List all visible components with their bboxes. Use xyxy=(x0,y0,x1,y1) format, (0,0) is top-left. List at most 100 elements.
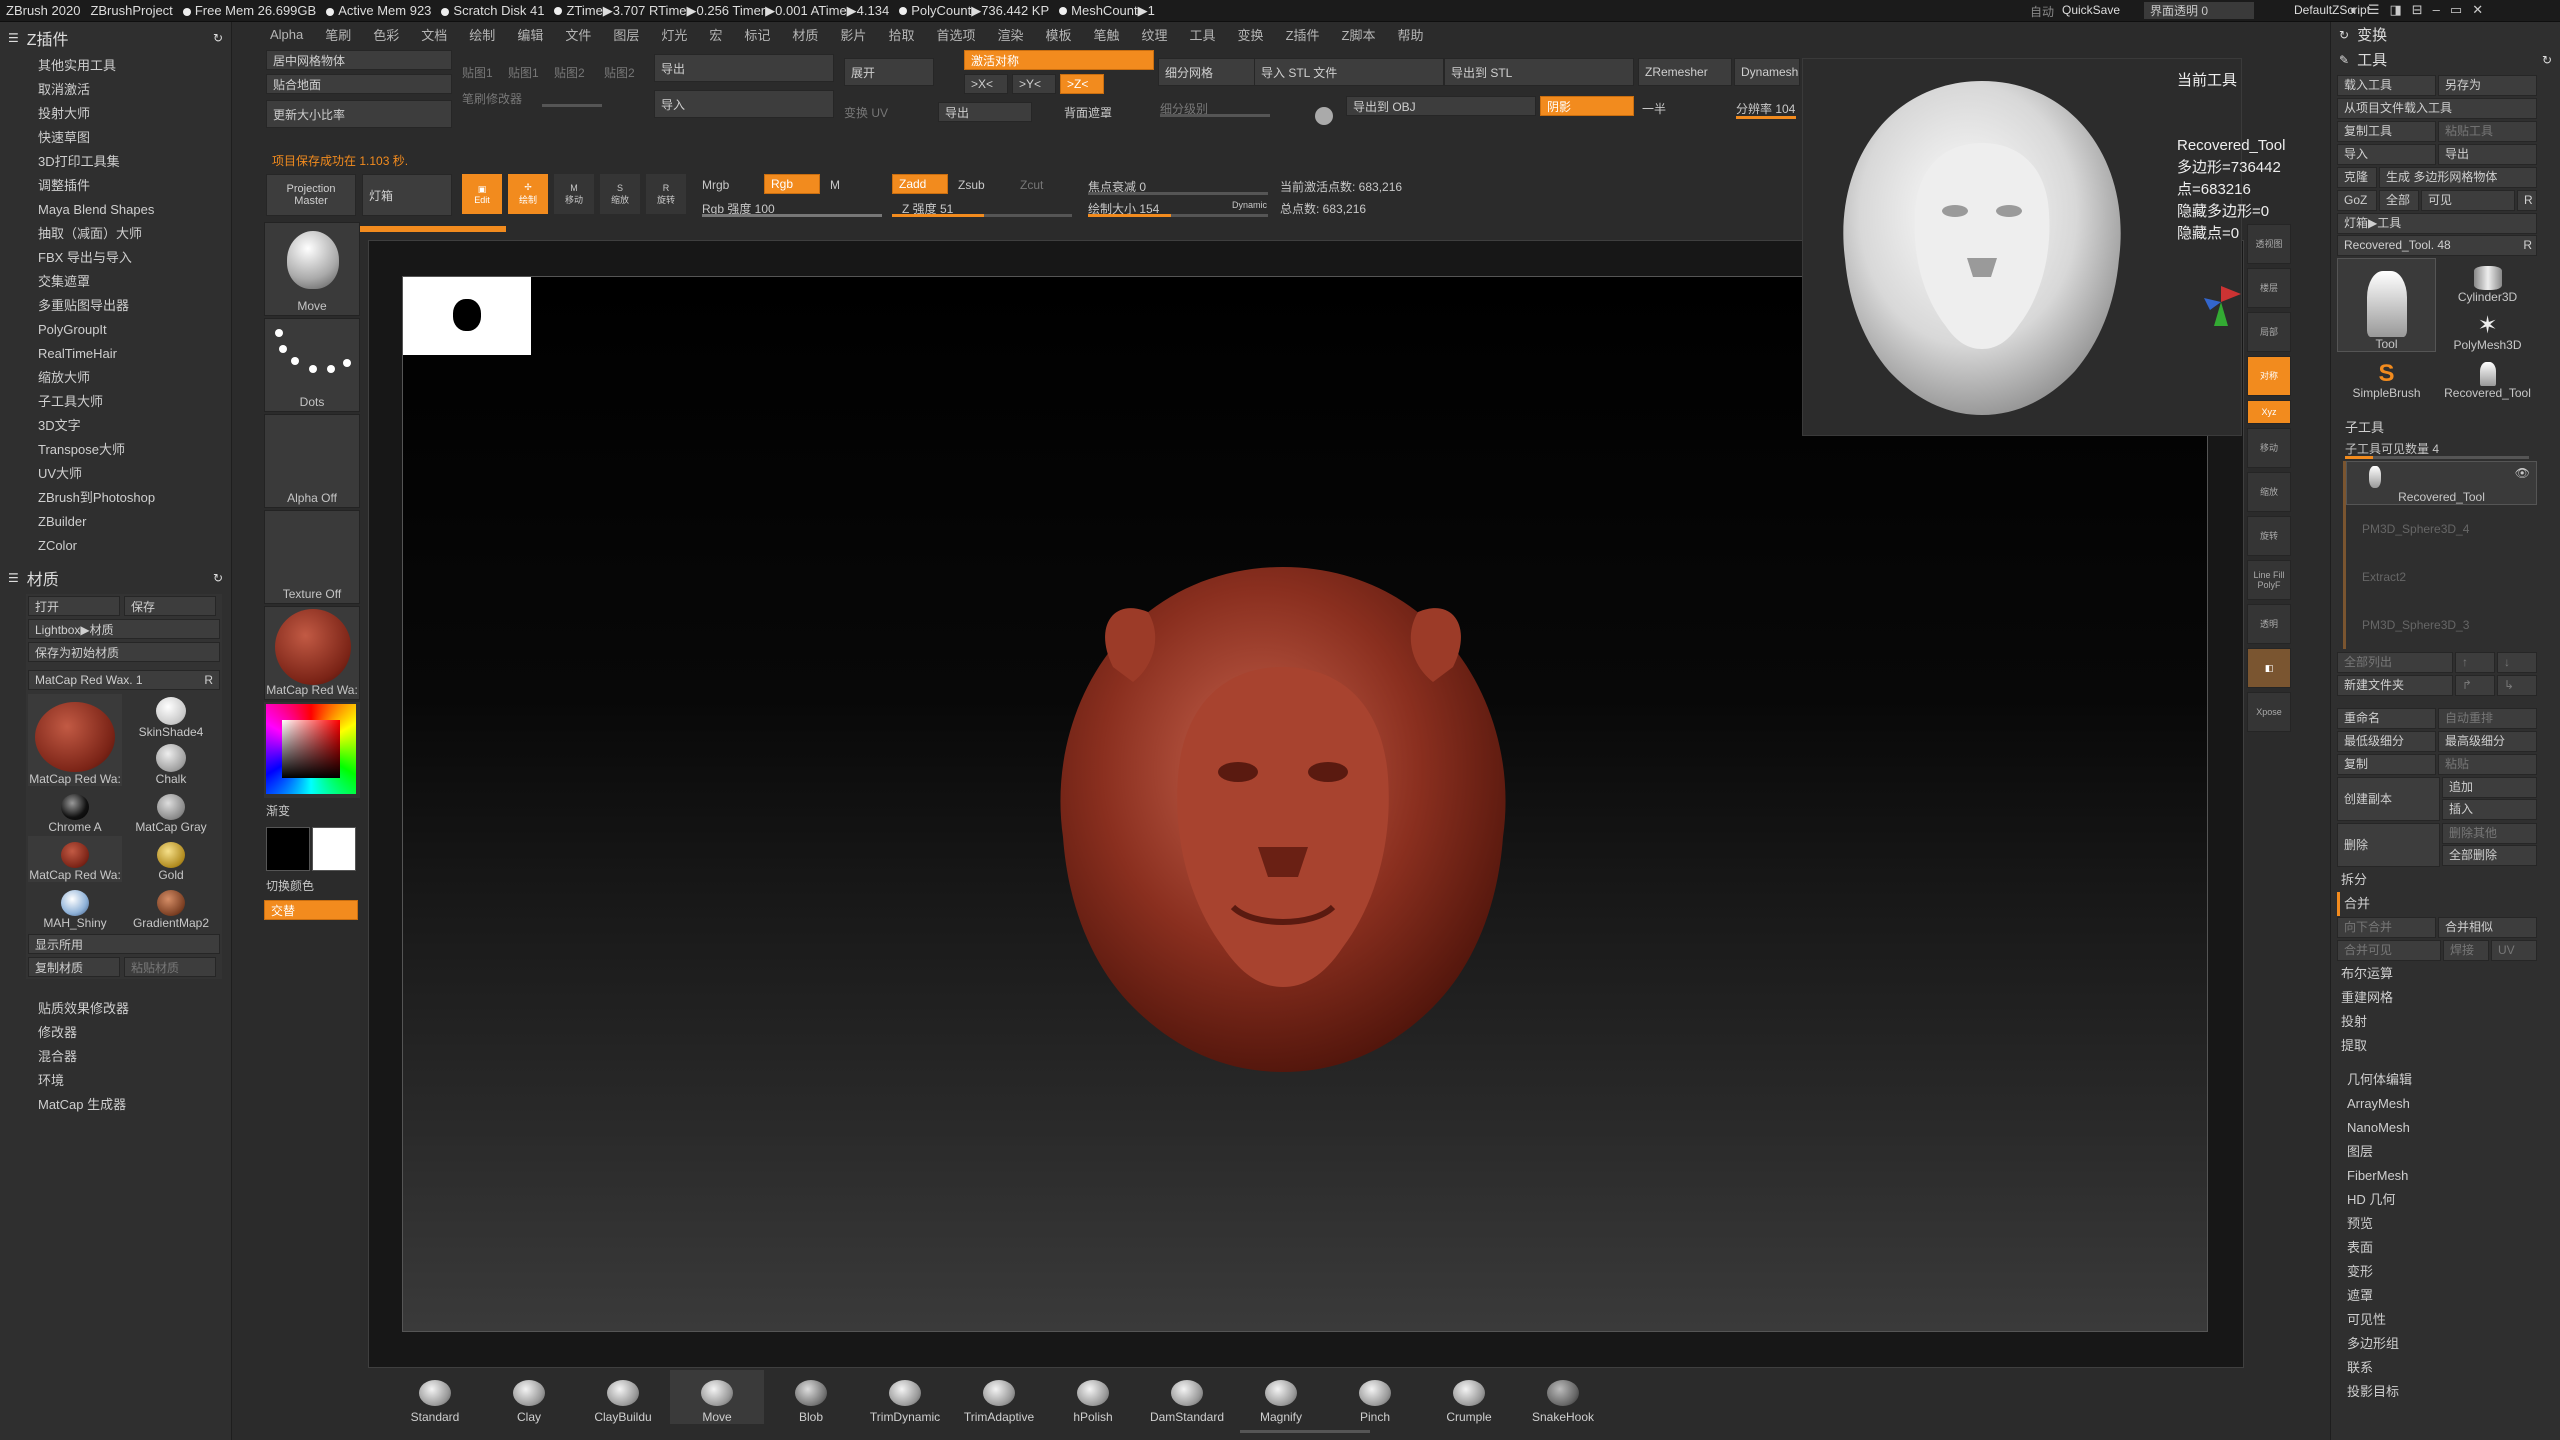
zadd-button[interactable]: Zadd xyxy=(892,174,948,194)
brush-move[interactable]: Move xyxy=(670,1370,764,1424)
window-controls[interactable]: ◐☰◨⊟–▭✕ xyxy=(2350,2,2530,20)
tool-thumb[interactable]: Tool xyxy=(2337,258,2436,352)
xyz-button[interactable]: Xyz xyxy=(2247,400,2291,424)
brush-magnify[interactable]: Magnify xyxy=(1234,1370,1328,1424)
alternate-button[interactable]: 交替 xyxy=(264,900,358,920)
dynamesh-button[interactable]: Dynamesh xyxy=(1734,58,1800,86)
activate-symmetry-button[interactable]: 激活对称 xyxy=(964,50,1154,70)
plugin-item[interactable]: 投射大师 xyxy=(0,102,231,126)
back-mask-toggle[interactable]: 背面遮罩 xyxy=(1064,104,1112,121)
merge-down-button[interactable]: 向下合并 xyxy=(2337,917,2436,938)
export-stl-button[interactable]: 导出到 STL xyxy=(1444,58,1634,86)
plugin-item[interactable]: PolyGroupIt xyxy=(0,318,231,342)
brush-damstandard[interactable]: DamStandard xyxy=(1140,1370,1234,1424)
menu-picker[interactable]: 拾取 xyxy=(888,25,914,44)
material-swatch[interactable]: Gold xyxy=(124,836,218,882)
brush-standard[interactable]: Standard xyxy=(388,1370,482,1424)
material-swatch[interactable]: MatCap Red Wa: xyxy=(28,694,122,786)
brush-trimadaptive[interactable]: TrimAdaptive xyxy=(952,1370,1046,1424)
import-button[interactable]: 导入 xyxy=(654,90,834,118)
material-section[interactable]: 贴质效果修改器 xyxy=(0,997,231,1021)
tool-section[interactable]: 多边形组 xyxy=(2331,1332,2560,1356)
unfold-button[interactable]: 展开 xyxy=(844,58,934,86)
menu-zplugin[interactable]: Z插件 xyxy=(1286,25,1320,44)
import-tool-button[interactable]: 导入 xyxy=(2337,144,2436,165)
boolean-section[interactable]: 布尔运算 xyxy=(2337,962,2537,986)
brush-pinch[interactable]: Pinch xyxy=(1328,1370,1422,1424)
subtool-item[interactable]: PM3D_Sphere3D_3 xyxy=(2346,601,2537,649)
lion-head-model[interactable] xyxy=(1053,557,1513,1077)
map3-label[interactable]: 贴图2 xyxy=(554,64,585,81)
switch-color-button[interactable]: 切换颜色 xyxy=(264,875,364,896)
material-swatch[interactable]: MAH_Shiny xyxy=(28,884,122,930)
eye-icon[interactable]: 👁 xyxy=(2515,466,2530,480)
delete-other-button[interactable]: 删除其他 xyxy=(2442,823,2537,844)
material-swatch[interactable]: Chalk xyxy=(124,741,218,786)
material-section[interactable]: 修改器 xyxy=(0,1021,231,1045)
mat-current-slider[interactable]: MatCap Red Wax. 1 R xyxy=(28,670,220,690)
brush-crumple[interactable]: Crumple xyxy=(1422,1370,1516,1424)
color-saturation-square[interactable] xyxy=(282,720,340,778)
plugin-item[interactable]: ZBrush到Photoshop xyxy=(0,486,231,510)
menu-light[interactable]: 灯光 xyxy=(661,25,687,44)
zsub-button[interactable]: Zsub xyxy=(958,178,985,192)
lightbox-tools-button[interactable]: 灯箱▶工具 xyxy=(2337,213,2537,234)
plugin-item[interactable]: 缩放大师 xyxy=(0,366,231,390)
tool-section[interactable]: 几何体编辑 xyxy=(2331,1068,2560,1092)
export-tool-button[interactable]: 导出 xyxy=(2438,144,2537,165)
rgb-button[interactable]: Rgb xyxy=(764,174,820,194)
material-swatch[interactable]: MatCap Gray xyxy=(124,788,218,834)
zplugin-header[interactable]: ☰ Z插件 ↻ xyxy=(0,22,231,54)
subtool-item-active[interactable]: 👁 Recovered_Tool xyxy=(2346,461,2537,505)
plugin-item[interactable]: Transpose大师 xyxy=(0,438,231,462)
tool-section[interactable]: FiberMesh xyxy=(2331,1164,2560,1188)
plugin-item[interactable]: 子工具大师 xyxy=(0,390,231,414)
material-swatch[interactable]: Chrome A xyxy=(28,788,122,834)
import-stl-button[interactable]: 导入 STL 文件 xyxy=(1254,58,1444,86)
scale-mode-button[interactable]: S 缩放 xyxy=(600,174,640,214)
material-section[interactable]: 环境 xyxy=(0,1069,231,1093)
tool-section[interactable]: 可见性 xyxy=(2331,1308,2560,1332)
plugin-item[interactable]: RealTimeHair xyxy=(0,342,231,366)
map2-label[interactable]: 贴图1 xyxy=(508,64,539,81)
menu-texture[interactable]: 纹理 xyxy=(1142,25,1168,44)
tool-section[interactable]: 投影目标 xyxy=(2331,1380,2560,1404)
lightbox-button[interactable]: 灯箱 xyxy=(362,174,452,216)
plugin-item[interactable]: 抽取（减面）大师 xyxy=(0,222,231,246)
plugin-item[interactable]: 其他实用工具 xyxy=(0,54,231,78)
plugin-item[interactable]: 交集遮罩 xyxy=(0,270,231,294)
tool-section[interactable]: 联系 xyxy=(2331,1356,2560,1380)
lowest-subdiv-button[interactable]: 最低级细分 xyxy=(2337,731,2436,752)
refresh-icon[interactable]: ↻ xyxy=(213,571,223,585)
transform-header[interactable]: ↻ 变换 xyxy=(2331,22,2560,47)
menu-material[interactable]: 材质 xyxy=(792,25,818,44)
plugin-item[interactable]: ZColor xyxy=(0,534,231,558)
sym-x-button[interactable]: >X< xyxy=(964,74,1008,94)
mrgb-button[interactable]: Mrgb xyxy=(702,178,729,192)
move-view-button[interactable]: 移动 xyxy=(2247,428,2291,468)
menu-edit[interactable]: 编辑 xyxy=(517,25,543,44)
mat-copy-button[interactable]: 复制材质 xyxy=(28,957,120,977)
tool-section[interactable]: ArrayMesh xyxy=(2331,1092,2560,1116)
plugin-item[interactable]: 3D打印工具集 xyxy=(0,150,231,174)
sym-y-button[interactable]: >Y< xyxy=(1012,74,1056,94)
export-button[interactable]: 导出 xyxy=(654,54,834,82)
texture-selector[interactable]: Texture Off xyxy=(264,510,360,604)
subtool-item[interactable]: Extract2 xyxy=(2346,553,2537,601)
dynamic-toggle[interactable]: Dynamic xyxy=(1232,200,1267,210)
menu-movie[interactable]: 影片 xyxy=(840,25,866,44)
xpose-button[interactable]: Xpose xyxy=(2247,692,2291,732)
fit-ground-button[interactable]: 贴合地面 xyxy=(266,74,452,94)
remesh-section[interactable]: 重建网格 xyxy=(2337,986,2537,1010)
tool-slider-r-button[interactable]: R xyxy=(2523,236,2532,255)
merge-similar-button[interactable]: 合并相似 xyxy=(2438,917,2537,938)
map4-label[interactable]: 贴图2 xyxy=(604,64,635,81)
tool-section[interactable]: 预览 xyxy=(2331,1212,2560,1236)
axis-gizmo[interactable] xyxy=(2196,276,2246,336)
insert-button[interactable]: 插入 xyxy=(2442,799,2537,820)
main-color-swatch[interactable] xyxy=(266,827,310,871)
material-selector[interactable]: MatCap Red Wa: xyxy=(264,606,360,700)
map1-label[interactable]: 贴图1 xyxy=(462,64,493,81)
material-swatch[interactable]: SkinShade4 xyxy=(124,694,218,739)
menu-brush[interactable]: 笔刷 xyxy=(325,25,351,44)
